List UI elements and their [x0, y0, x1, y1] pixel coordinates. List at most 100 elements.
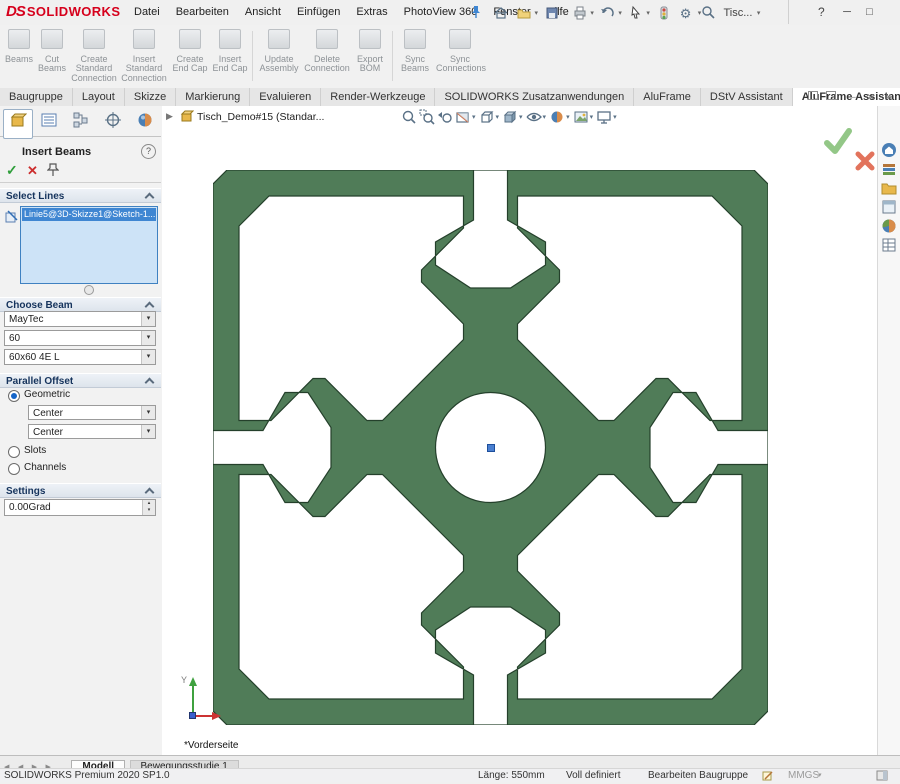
dropdown-caret-icon[interactable]: ▾ [141, 331, 155, 345]
menu-einfuegen[interactable]: Einfügen [289, 0, 348, 25]
tab-markierung[interactable]: Markierung [176, 88, 251, 106]
search-caret-icon[interactable]: ▾ [757, 10, 761, 17]
dropdown-caret-icon[interactable]: ▾ [141, 406, 155, 419]
create-end-cap-button[interactable]: Create End Cap [170, 28, 210, 86]
open-file-icon[interactable] [516, 5, 533, 21]
delete-connection-button[interactable]: Delete Connection [304, 28, 350, 86]
panel-tab-dimxpert[interactable] [99, 109, 127, 137]
zoom-area-icon[interactable] [418, 108, 436, 126]
appearances-scenes-icon[interactable] [881, 218, 897, 234]
confirm-ok-icon[interactable] [822, 126, 854, 161]
collapse-chevron-icon[interactable] [144, 487, 155, 498]
resources-home-icon[interactable] [881, 142, 897, 158]
apply-scene-icon[interactable] [572, 108, 590, 126]
tab-layout[interactable]: Layout [73, 88, 125, 106]
choose-beam-header[interactable]: Choose Beam [0, 297, 161, 312]
insert-end-cap-button[interactable]: Insert End Cap [212, 28, 248, 86]
undo-caret-icon[interactable]: ▾ [618, 10, 622, 17]
edit-sketch-icon[interactable] [762, 770, 774, 784]
document-title[interactable]: Tisch_Demo#15 (Standar... [197, 111, 324, 123]
selected-line-item[interactable]: Linie5@3D-Skizze1@Sketch-1... [22, 208, 156, 221]
offset1-dropdown[interactable]: Center ▾ [28, 405, 156, 420]
channels-radio[interactable] [8, 463, 20, 475]
home-icon[interactable] [493, 5, 510, 21]
view-settings-icon[interactable] [595, 108, 613, 126]
slots-radio[interactable] [8, 446, 20, 458]
tab-baugruppe[interactable]: Baugruppe [0, 88, 73, 106]
window-maximize-button[interactable]: □ [860, 0, 878, 24]
previous-view-icon[interactable] [436, 108, 454, 126]
profile-dropdown[interactable]: 60x60 4E L ▾ [4, 349, 156, 365]
view-palette-icon[interactable] [881, 199, 897, 215]
edit-appearance-icon[interactable] [548, 108, 566, 126]
units-selector[interactable]: MMGS [788, 769, 819, 782]
tab-aluframe[interactable]: AluFrame [634, 88, 701, 106]
task-pane-toggle-icon[interactable] [876, 770, 888, 784]
design-library-icon[interactable] [881, 161, 897, 177]
view-orientation-icon[interactable] [478, 108, 496, 126]
display-style-icon[interactable] [501, 108, 519, 126]
help-button[interactable]: ? [818, 0, 825, 24]
angle-spinner[interactable]: 0.00Grad ▴ ▾ [4, 499, 156, 516]
scene-caret-icon[interactable]: ▾ [590, 113, 594, 121]
series-dropdown[interactable]: 60 ▾ [4, 330, 156, 346]
select-icon[interactable] [628, 5, 645, 21]
panel-help-icon[interactable]: ? [141, 144, 156, 159]
select-lines-header[interactable]: Select Lines [0, 188, 161, 203]
close-ribbon-icon[interactable]: ✕ [864, 91, 877, 103]
dropdown-caret-icon[interactable]: ▾ [141, 350, 155, 364]
listbox-resize-handle[interactable] [84, 285, 94, 295]
offset2-dropdown[interactable]: Center ▾ [28, 424, 156, 439]
graphics-viewport[interactable]: ▶ Tisch_Demo#15 (Standar... ▾ ▾ ▾ ▾ ▾ ▾ … [162, 106, 900, 755]
panel-tab-aluframe[interactable] [3, 109, 33, 139]
menu-datei[interactable]: Datei [126, 0, 168, 25]
geometric-radio[interactable] [8, 390, 20, 402]
dropdown-caret-icon[interactable]: ▾ [141, 312, 155, 326]
selected-lines-listbox[interactable]: Linie5@3D-Skizze1@Sketch-1... [20, 206, 158, 284]
vendor-dropdown[interactable]: MayTec ▾ [4, 311, 156, 327]
menu-pin-icon[interactable] [470, 5, 482, 24]
dropdown-caret-icon[interactable]: ▾ [141, 425, 155, 438]
zoom-fit-icon[interactable] [400, 108, 418, 126]
spinner-down-icon[interactable]: ▾ [143, 507, 155, 514]
options-gear-icon[interactable]: ⚙ [680, 5, 697, 21]
tab-dstv-assistant[interactable]: DStV Assistant [701, 88, 793, 106]
search-box[interactable]: Tisc... ▾ [700, 4, 761, 22]
save-icon[interactable] [544, 5, 561, 21]
display-style-caret-icon[interactable]: ▾ [519, 113, 523, 121]
spinner-up-icon[interactable]: ▴ [143, 500, 155, 507]
section-view-icon[interactable] [454, 108, 472, 126]
beams-button[interactable]: Beams [4, 28, 34, 86]
panel-ok-button[interactable]: ✓ [6, 162, 18, 179]
collapse-ribbon-icon[interactable]: ─ [846, 91, 859, 103]
print-icon[interactable] [572, 5, 589, 21]
menu-ansicht[interactable]: Ansicht [237, 0, 289, 25]
settings-header[interactable]: Settings [0, 483, 161, 498]
confirm-cancel-icon[interactable] [854, 150, 876, 177]
cut-beams-button[interactable]: Cut Beams [36, 28, 68, 86]
collapse-chevron-icon[interactable] [144, 301, 155, 312]
feature-tree-expand-icon[interactable]: ▶ [166, 111, 173, 122]
view-settings-caret-icon[interactable]: ▾ [613, 113, 617, 121]
update-assembly-button[interactable]: Update Assembly [256, 28, 302, 86]
select-caret-icon[interactable]: ▾ [646, 10, 650, 17]
custom-properties-icon[interactable] [881, 237, 897, 253]
appearance-caret-icon[interactable]: ▾ [566, 113, 570, 121]
expand-commandmanager-icon[interactable] [824, 91, 837, 103]
sync-beams-button[interactable]: Sync Beams [396, 28, 434, 86]
sync-connections-button[interactable]: Sync Connections [436, 28, 486, 86]
parallel-offset-header[interactable]: Parallel Offset [0, 373, 161, 388]
tab-evaluieren[interactable]: Evaluieren [250, 88, 322, 106]
rebuild-icon[interactable] [656, 5, 673, 21]
create-standard-connection-button[interactable]: Create Standard Connection [70, 28, 118, 86]
hide-show-items-icon[interactable] [525, 108, 543, 126]
export-bom-button[interactable]: Export BOM [352, 28, 388, 86]
insert-standard-connection-button[interactable]: Insert Standard Connection [120, 28, 168, 86]
selected-point-marker[interactable] [487, 444, 495, 452]
open-file-caret-icon[interactable]: ▾ [534, 10, 538, 17]
hide-show-caret-icon[interactable]: ▾ [543, 113, 547, 121]
tab-skizze[interactable]: Skizze [125, 88, 177, 106]
menu-extras[interactable]: Extras [348, 0, 395, 25]
panel-pin-icon[interactable] [46, 163, 60, 182]
search-input[interactable]: Tisc... [723, 7, 752, 19]
